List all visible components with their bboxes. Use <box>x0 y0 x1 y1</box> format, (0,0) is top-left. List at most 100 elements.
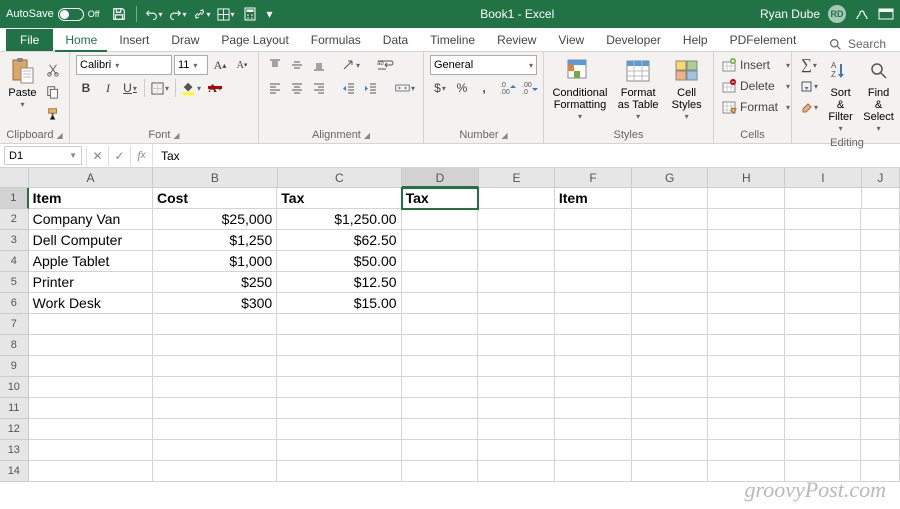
increase-indent-icon[interactable] <box>361 78 381 98</box>
cell-E9[interactable] <box>478 356 555 377</box>
format-as-table-button[interactable]: Format as Table▾ <box>614 55 662 128</box>
copy-icon[interactable] <box>43 82 63 102</box>
increase-font-icon[interactable]: A▴ <box>210 55 230 75</box>
cell-E12[interactable] <box>478 419 555 440</box>
font-color-button[interactable]: A <box>205 78 225 98</box>
font-name-combo[interactable]: Calibri▾ <box>76 55 172 75</box>
cell-A3[interactable]: Dell Computer <box>29 230 153 251</box>
cell-H10[interactable] <box>708 377 785 398</box>
cell-D13[interactable] <box>402 440 479 461</box>
sort-filter-button[interactable]: AZ Sort & Filter▾ <box>824 55 857 136</box>
tab-home[interactable]: Home <box>55 29 107 52</box>
redo-icon[interactable]: ▾ <box>169 5 187 23</box>
cell-G12[interactable] <box>632 419 709 440</box>
cell-I6[interactable] <box>785 293 862 314</box>
cell-J5[interactable] <box>861 272 900 293</box>
cell-F9[interactable] <box>555 356 632 377</box>
cell-A10[interactable] <box>29 377 153 398</box>
column-header-B[interactable]: B <box>153 168 277 188</box>
cell-C8[interactable] <box>277 335 401 356</box>
user-avatar[interactable]: RD <box>828 5 846 23</box>
cell-A1[interactable]: Item <box>29 188 153 209</box>
cell-C13[interactable] <box>277 440 401 461</box>
cell-F13[interactable] <box>555 440 632 461</box>
cell-B1[interactable]: Cost <box>153 188 277 209</box>
cell-F12[interactable] <box>555 419 632 440</box>
cell-A6[interactable]: Work Desk <box>29 293 153 314</box>
cell-E6[interactable] <box>478 293 555 314</box>
cell-G14[interactable] <box>632 461 709 482</box>
cell-C1[interactable]: Tax <box>277 188 401 209</box>
cell-J14[interactable] <box>861 461 900 482</box>
cell-H3[interactable] <box>708 230 785 251</box>
cell-A11[interactable] <box>29 398 153 419</box>
conditional-formatting-button[interactable]: Conditional Formatting▾ <box>550 55 610 128</box>
cell-C14[interactable] <box>277 461 401 482</box>
tab-pdfelement[interactable]: PDFelement <box>720 29 807 51</box>
tab-file[interactable]: File <box>6 29 53 51</box>
cell-D10[interactable] <box>402 377 479 398</box>
cell-B14[interactable] <box>153 461 277 482</box>
cancel-formula-icon[interactable]: ✕ <box>86 146 108 166</box>
font-size-combo[interactable]: 11▾ <box>174 55 208 75</box>
row-header-8[interactable]: 8 <box>0 335 29 356</box>
undo-icon[interactable]: ▾ <box>145 5 163 23</box>
cell-H1[interactable] <box>708 188 785 209</box>
comma-format-icon[interactable]: , <box>474 78 494 98</box>
orientation-icon[interactable] <box>339 55 362 75</box>
cut-icon[interactable] <box>43 60 63 80</box>
cell-B9[interactable] <box>153 356 277 377</box>
cell-E2[interactable] <box>478 209 555 230</box>
align-middle-icon[interactable] <box>287 55 307 75</box>
cell-G9[interactable] <box>632 356 709 377</box>
cell-I11[interactable] <box>785 398 862 419</box>
row-header-13[interactable]: 13 <box>0 440 29 461</box>
calculator-icon[interactable] <box>241 5 259 23</box>
column-header-A[interactable]: A <box>29 168 153 188</box>
cell-C10[interactable] <box>277 377 401 398</box>
cell-J3[interactable] <box>861 230 900 251</box>
column-header-E[interactable]: E <box>479 168 556 188</box>
cell-J9[interactable] <box>861 356 900 377</box>
cell-E1[interactable] <box>478 188 555 209</box>
row-header-1[interactable]: 1 <box>0 188 29 209</box>
cell-H8[interactable] <box>708 335 785 356</box>
cell-F6[interactable] <box>555 293 632 314</box>
spreadsheet-grid[interactable]: ABCDEFGHIJ 1ItemCostTaxTaxItem2Company V… <box>0 168 900 482</box>
cell-A4[interactable]: Apple Tablet <box>29 251 153 272</box>
cell-D12[interactable] <box>402 419 479 440</box>
cell-G11[interactable] <box>632 398 709 419</box>
tab-formulas[interactable]: Formulas <box>301 29 371 51</box>
cell-E5[interactable] <box>478 272 555 293</box>
cell-D9[interactable] <box>402 356 479 377</box>
cell-D3[interactable] <box>402 230 479 251</box>
clear-button[interactable] <box>798 97 820 117</box>
cell-C11[interactable] <box>277 398 401 419</box>
number-dialog-launcher[interactable]: ◢ <box>501 131 507 140</box>
cell-B11[interactable] <box>153 398 277 419</box>
cell-E13[interactable] <box>478 440 555 461</box>
cell-I7[interactable] <box>785 314 862 335</box>
clipboard-dialog-launcher[interactable]: ◢ <box>56 131 62 140</box>
align-bottom-icon[interactable] <box>309 55 329 75</box>
decrease-decimal-icon[interactable]: .00.0 <box>520 78 540 98</box>
cell-F14[interactable] <box>555 461 632 482</box>
cell-D8[interactable] <box>402 335 479 356</box>
cell-J1[interactable] <box>862 188 900 209</box>
cell-B6[interactable]: $300 <box>153 293 277 314</box>
cell-I4[interactable] <box>785 251 862 272</box>
cell-I2[interactable] <box>785 209 862 230</box>
cell-C6[interactable]: $15.00 <box>277 293 401 314</box>
cell-I10[interactable] <box>785 377 862 398</box>
cell-J8[interactable] <box>861 335 900 356</box>
column-header-H[interactable]: H <box>708 168 785 188</box>
cell-D1[interactable]: Tax <box>402 188 479 209</box>
coming-soon-icon[interactable] <box>854 6 870 22</box>
formula-input[interactable]: Tax <box>152 144 900 167</box>
save-icon[interactable] <box>110 5 128 23</box>
percent-format-icon[interactable]: % <box>452 78 472 98</box>
cell-G7[interactable] <box>632 314 709 335</box>
fx-icon[interactable]: fx <box>130 146 152 166</box>
user-name[interactable]: Ryan Dube <box>760 7 820 21</box>
tab-help[interactable]: Help <box>673 29 718 51</box>
